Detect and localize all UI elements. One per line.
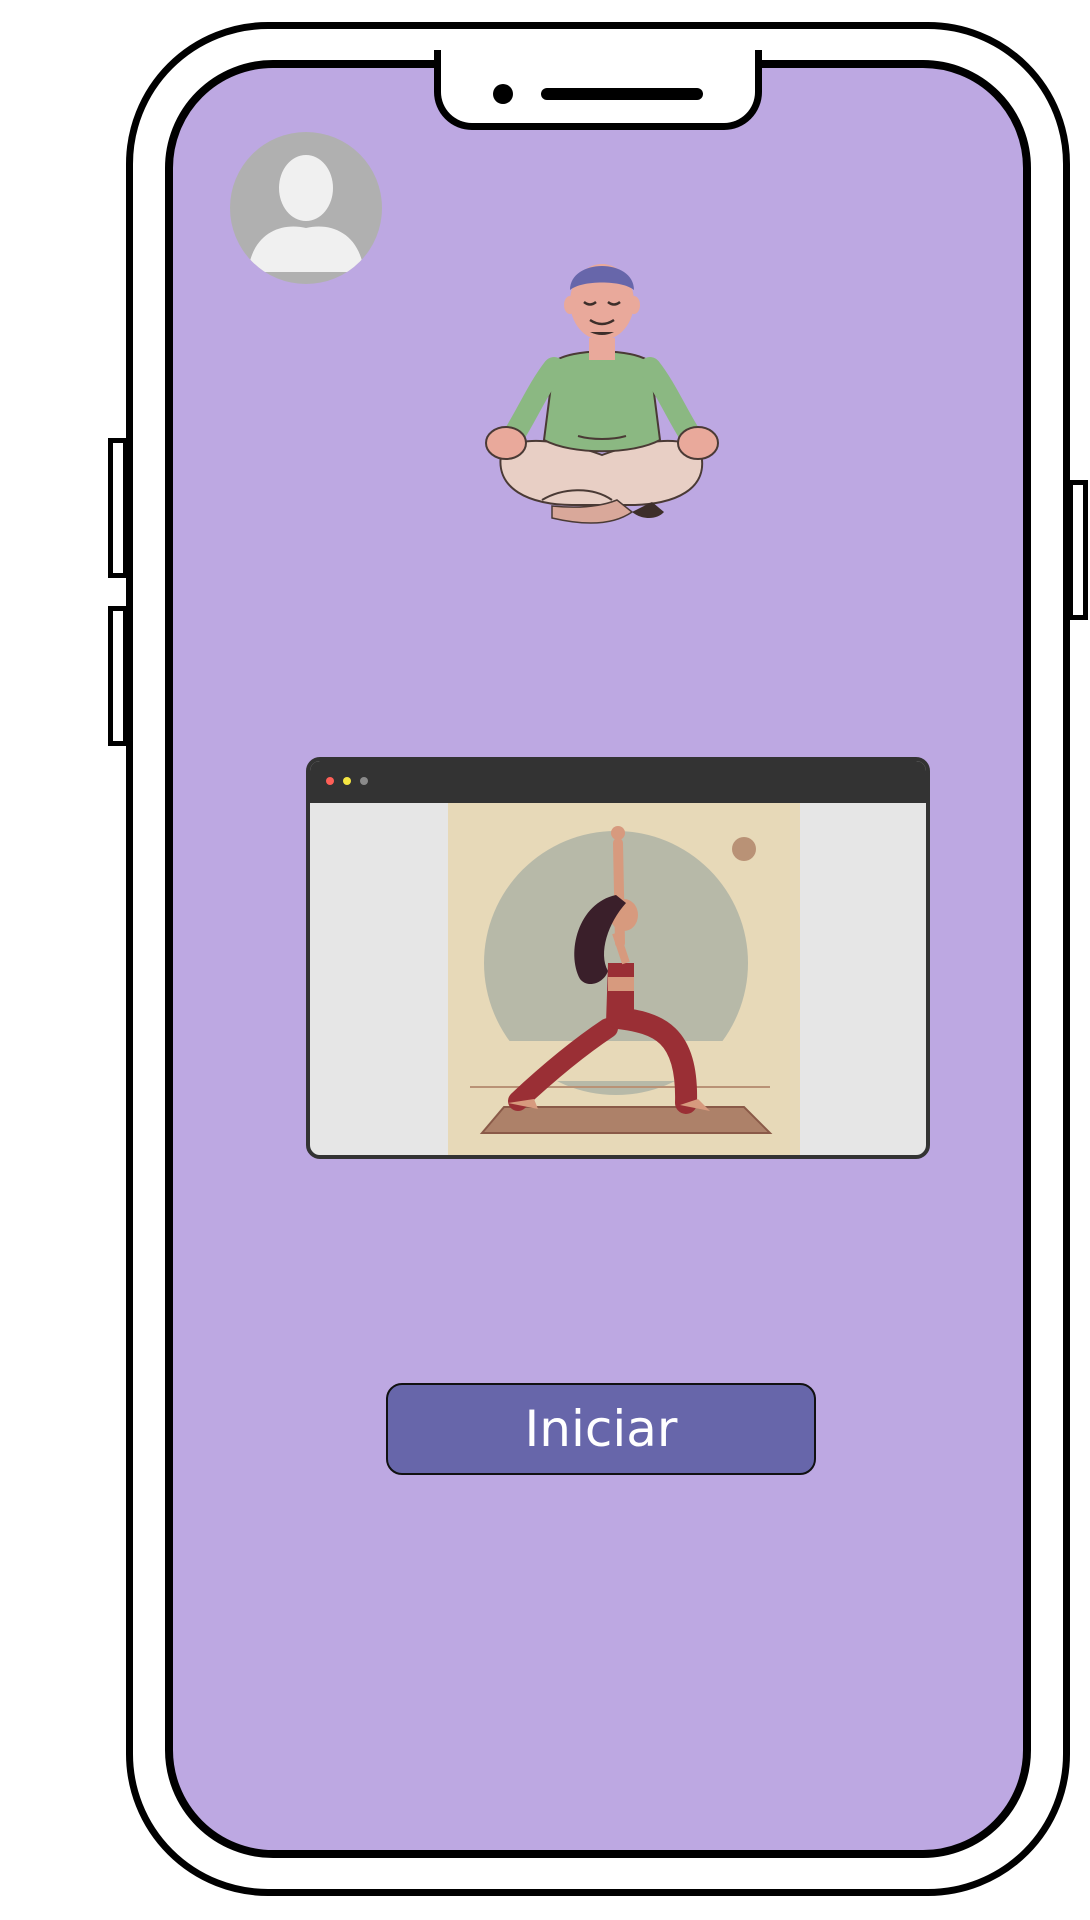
- avatar-silhouette-icon: [248, 155, 364, 272]
- yoga-warrior-pose-illustration: [448, 803, 800, 1155]
- maximize-dot-icon[interactable]: [360, 777, 368, 785]
- notch: [434, 50, 762, 130]
- front-camera-icon: [493, 84, 513, 104]
- volume-down-button: [108, 606, 128, 746]
- minimize-dot-icon[interactable]: [343, 777, 351, 785]
- close-dot-icon[interactable]: [326, 777, 334, 785]
- video-titlebar: [310, 761, 926, 803]
- power-button: [1068, 480, 1088, 620]
- user-avatar-icon[interactable]: [230, 132, 382, 284]
- video-player[interactable]: [306, 757, 930, 1159]
- meditating-person-illustration: [482, 250, 722, 540]
- start-button[interactable]: Iniciar: [386, 1383, 816, 1475]
- volume-up-button: [108, 438, 128, 578]
- speaker-grille: [541, 88, 703, 100]
- phone-mockup: Iniciar: [0, 0, 1090, 1920]
